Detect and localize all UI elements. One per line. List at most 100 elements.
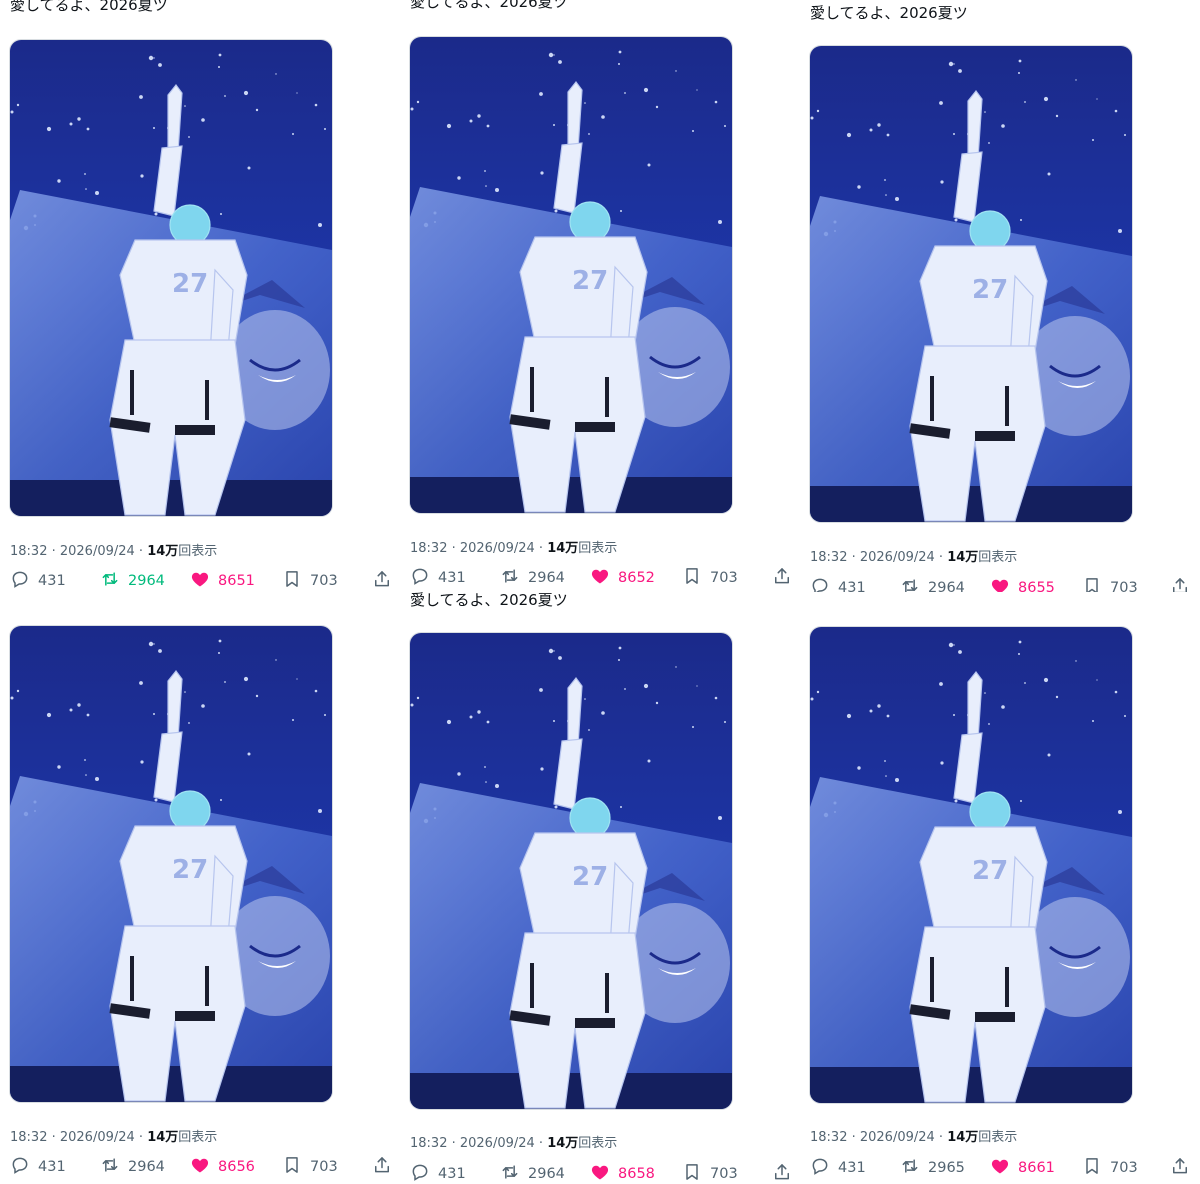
tweet-timestamp: 18:32 · 2026/09/24 · 14万回表示	[810, 1126, 1017, 1145]
share-button[interactable]	[772, 1161, 792, 1184]
share-icon	[772, 1162, 792, 1184]
reply-icon	[810, 576, 838, 592]
share-button[interactable]	[372, 1154, 392, 1180]
retweet-button[interactable]: 2964	[900, 575, 965, 592]
like-button[interactable]: 8661	[990, 1155, 1055, 1181]
heart-icon	[990, 1156, 1018, 1180]
like-count: 8658	[618, 1166, 655, 1182]
tweet-actions: 431 2964 8652 703	[400, 565, 800, 591]
tweet-timestamp: 18:32 · 2026/09/24 · 14万回表示	[410, 537, 617, 556]
tweet-photo[interactable]: 27	[809, 626, 1133, 1104]
reply-count: 431	[838, 580, 866, 592]
heart-icon	[990, 576, 1018, 592]
tweet-screenshot: 愛してるよ、2026夏ツ 27 18:32 · 2026/09/24 · 14万…	[400, 592, 800, 1184]
retweet-icon	[100, 569, 128, 592]
reply-button[interactable]: 431	[810, 1155, 866, 1181]
reply-button[interactable]: 431	[10, 568, 66, 592]
tweet-photo[interactable]: 27	[809, 45, 1133, 523]
tweet-screenshot: 愛してるよ、2026夏ツ 27 18:32 · 2026/09/24 · 14万…	[0, 0, 400, 592]
tweet-screenshot: 27 18:32 · 2026/09/24 · 14万回表示 431 2965 …	[800, 592, 1200, 1184]
tweet-timestamp: 18:32 · 2026/09/24 · 14万回表示	[410, 1132, 617, 1151]
heart-icon	[590, 566, 618, 590]
svg-text:27: 27	[172, 269, 208, 299]
tweet-actions: 431 2964 8655 703	[800, 575, 1200, 592]
bookmark-button[interactable]: 703	[682, 1161, 738, 1184]
retweet-count: 2964	[128, 1159, 165, 1175]
timestamp-text: 18:32 · 2026/09/24 ·	[410, 1136, 548, 1151]
reply-count: 431	[438, 570, 466, 586]
reply-button[interactable]: 431	[410, 565, 466, 591]
svg-text:27: 27	[172, 855, 208, 885]
reply-count: 431	[838, 1160, 866, 1176]
retweet-button[interactable]: 2965	[900, 1155, 965, 1181]
tweet-text: 愛してるよ、2026夏ツ	[410, 592, 568, 609]
timestamp-text: 18:32 · 2026/09/24 ·	[410, 541, 548, 556]
view-count: 14万	[147, 1130, 179, 1145]
like-count: 8661	[1018, 1160, 1055, 1176]
view-count-suffix: 回表示	[178, 544, 218, 559]
retweet-count: 2964	[928, 580, 965, 592]
reply-icon	[810, 1156, 838, 1180]
like-button[interactable]: 8651	[190, 568, 255, 592]
retweet-button[interactable]: 2964	[100, 568, 165, 592]
bookmark-count: 703	[710, 1166, 738, 1182]
tweet-actions: 431 2964 8656 703	[0, 1154, 400, 1180]
retweet-count: 2964	[528, 570, 565, 586]
retweet-button[interactable]: 2964	[500, 565, 565, 591]
bookmark-button[interactable]: 703	[1082, 1155, 1138, 1181]
tweet-text: 愛してるよ、2026夏ツ	[10, 0, 168, 14]
tweet-photo[interactable]: 27	[9, 625, 333, 1103]
share-button[interactable]	[1170, 1155, 1190, 1181]
share-icon	[1170, 1156, 1190, 1180]
bookmark-button[interactable]: 703	[1082, 575, 1138, 592]
reply-button[interactable]: 431	[410, 1161, 466, 1184]
retweet-icon	[100, 1155, 128, 1179]
view-count-suffix: 回表示	[578, 1136, 618, 1151]
bookmark-button[interactable]: 703	[282, 1154, 338, 1180]
tweet-timestamp: 18:32 · 2026/09/24 · 14万回表示	[10, 1126, 217, 1145]
tweet-actions: 431 2964 8651 703	[0, 568, 400, 592]
share-button[interactable]	[372, 568, 392, 592]
reply-button[interactable]: 431	[10, 1154, 66, 1180]
tweet-screenshot: 27 18:32 · 2026/09/24 · 14万回表示 431 2964 …	[0, 592, 400, 1184]
view-count: 14万	[147, 544, 179, 559]
heart-icon	[590, 1162, 618, 1184]
tweet-timestamp: 18:32 · 2026/09/24 · 14万回表示	[10, 540, 217, 559]
svg-text:27: 27	[572, 266, 608, 296]
bookmark-button[interactable]: 703	[282, 568, 338, 592]
like-button[interactable]: 8652	[590, 565, 655, 591]
view-count: 14万	[547, 541, 579, 556]
bookmark-count: 703	[710, 570, 738, 586]
timestamp-text: 18:32 · 2026/09/24 ·	[810, 550, 948, 565]
bookmark-button[interactable]: 703	[682, 565, 738, 591]
tweet-timestamp: 18:32 · 2026/09/24 · 14万回表示	[810, 546, 1017, 565]
retweet-button[interactable]: 2964	[500, 1161, 565, 1184]
tweet-text: 愛してるよ、2026夏ツ	[410, 0, 568, 11]
share-button[interactable]	[1170, 575, 1190, 592]
tweet-photo[interactable]: 27	[409, 36, 733, 514]
retweet-button[interactable]: 2964	[100, 1154, 165, 1180]
svg-text:27: 27	[572, 862, 608, 892]
like-count: 8656	[218, 1159, 255, 1175]
reply-icon	[410, 1162, 438, 1184]
tweet-photo[interactable]: 27	[409, 632, 733, 1110]
tweet-screenshot: 愛してるよ、2026夏ツ 27 18:32 · 2026/09/24 · 14万…	[400, 0, 800, 592]
like-button[interactable]: 8658	[590, 1161, 655, 1184]
share-icon	[1170, 576, 1190, 592]
tweet-actions: 431 2965 8661 703	[800, 1155, 1200, 1181]
timestamp-text: 18:32 · 2026/09/24 ·	[10, 1130, 148, 1145]
retweet-icon	[900, 1156, 928, 1180]
like-button[interactable]: 8655	[990, 575, 1055, 592]
retweet-icon	[500, 566, 528, 590]
view-count-suffix: 回表示	[978, 1130, 1018, 1145]
share-button[interactable]	[772, 565, 792, 591]
view-count-suffix: 回表示	[178, 1130, 218, 1145]
reply-icon	[10, 569, 38, 592]
bookmark-icon	[1082, 1156, 1110, 1180]
tweet-photo[interactable]: 27	[9, 39, 333, 517]
tweet-actions: 431 2964 8658 703	[400, 1161, 800, 1184]
timestamp-text: 18:32 · 2026/09/24 ·	[810, 1130, 948, 1145]
tweet-screenshot: 愛してるよ、2026夏ツ 27 18:32 · 2026/09/24 · 14万…	[800, 0, 1200, 592]
reply-button[interactable]: 431	[810, 575, 866, 592]
like-button[interactable]: 8656	[190, 1154, 255, 1180]
